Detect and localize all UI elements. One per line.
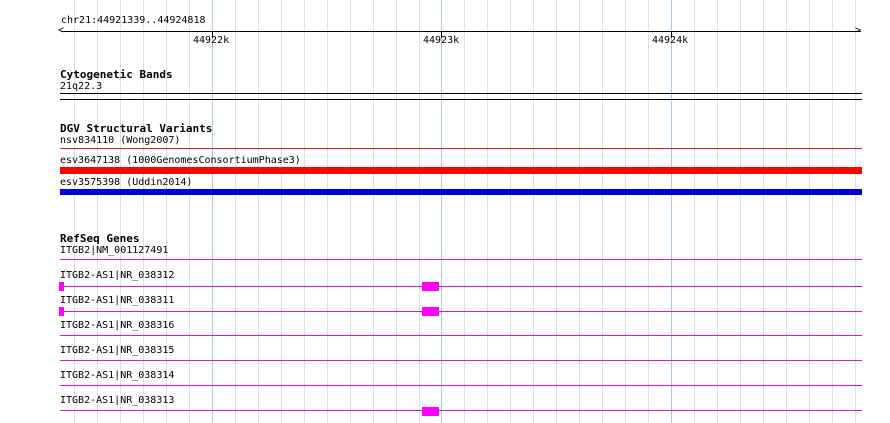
gene-label: ITGB2-AS1|NR_038316 xyxy=(60,320,175,331)
dgv-feature-label: esv3575398 (Uddin2014) xyxy=(60,177,193,188)
gene-exon[interactable] xyxy=(422,282,439,291)
gene-label: ITGB2-AS1|NR_038312 xyxy=(60,270,175,281)
gene-label: ITGB2-AS1|NR_038311 xyxy=(60,295,175,306)
dgv-feature-bar[interactable] xyxy=(60,148,862,149)
cytoband-band-top[interactable] xyxy=(60,93,862,94)
gene-model[interactable] xyxy=(60,311,862,312)
ruler-left-arrow-icon: < xyxy=(58,25,65,36)
gene-exon[interactable] xyxy=(422,307,439,316)
ruler-right-arrow-icon: > xyxy=(855,25,862,36)
genome-browser-view: chr21:44921339..44924818 < > 44922k 4492… xyxy=(0,0,890,423)
cytoband-label: 21q22.3 xyxy=(60,81,103,92)
gene-exon[interactable] xyxy=(59,307,64,316)
track-title-refseq: RefSeq Genes xyxy=(60,232,140,245)
ruler-tick-label: 44923k xyxy=(423,35,460,46)
gene-model[interactable] xyxy=(60,286,862,287)
dgv-feature-bar[interactable] xyxy=(60,189,862,195)
ruler-tick-label: 44922k xyxy=(193,35,230,46)
gene-model[interactable] xyxy=(60,410,862,411)
dgv-feature-label: nsv834110 (Wong2007) xyxy=(60,135,181,146)
gene-model[interactable] xyxy=(60,360,862,361)
gene-model[interactable] xyxy=(60,335,862,336)
gene-model[interactable] xyxy=(60,259,862,260)
dgv-feature-label: esv3647138 (1000GenomesConsortiumPhase3) xyxy=(60,155,301,166)
ruler-axis-line xyxy=(61,31,861,32)
cytoband-band-bottom xyxy=(60,99,862,100)
gene-model[interactable] xyxy=(60,385,862,386)
track-title-cytoband: Cytogenetic Bands xyxy=(60,68,173,81)
gene-exon[interactable] xyxy=(422,407,439,416)
ruler-location-label: chr21:44921339..44924818 xyxy=(61,15,206,26)
gene-label: ITGB2-AS1|NR_038314 xyxy=(60,370,175,381)
gene-label: ITGB2|NM_001127491 xyxy=(60,245,169,256)
dgv-feature-bar[interactable] xyxy=(60,167,862,174)
ruler-tick-label: 44924k xyxy=(652,35,689,46)
gene-label: ITGB2-AS1|NR_038313 xyxy=(60,395,175,406)
track-title-dgv: DGV Structural Variants xyxy=(60,122,213,135)
gene-label: ITGB2-AS1|NR_038315 xyxy=(60,345,175,356)
gene-exon[interactable] xyxy=(59,282,64,291)
